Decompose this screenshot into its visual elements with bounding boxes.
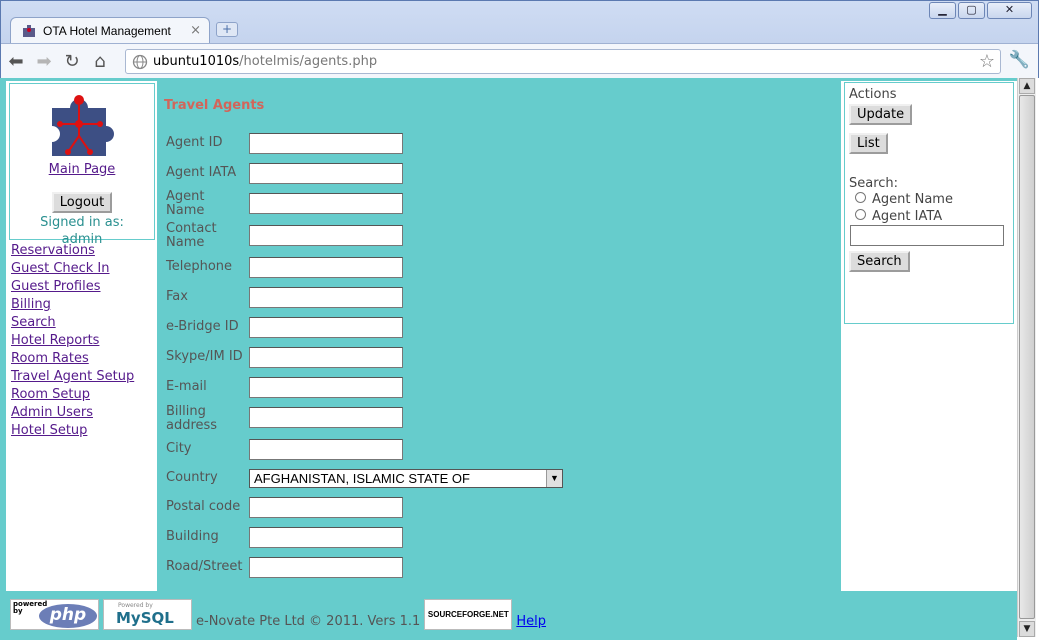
- postal-code-input[interactable]: [249, 497, 403, 518]
- php-logo-icon: php: [39, 604, 97, 628]
- help-link[interactable]: Help: [516, 614, 546, 629]
- update-button[interactable]: Update: [849, 104, 913, 125]
- copyright-text: e-Novate Pte Ltd © 2011. Vers 1.1: [196, 614, 421, 629]
- minimize-button[interactable]: ▁: [929, 2, 956, 19]
- footer: powered by php Powered by MySQL e-Novate…: [10, 596, 546, 630]
- scroll-down-arrow-icon[interactable]: ▼: [1019, 621, 1035, 637]
- city-input[interactable]: [249, 439, 403, 460]
- agent-id-input[interactable]: [249, 133, 403, 154]
- field-label: Billing address: [166, 404, 218, 433]
- field-label: Agent IATA: [166, 165, 237, 180]
- browser-tab[interactable]: OTA Hotel Management ×: [10, 17, 210, 43]
- chevron-down-icon[interactable]: ▼: [546, 470, 562, 487]
- agent-name-radio-label: Agent Name: [872, 192, 953, 207]
- search-label: Search:: [849, 176, 899, 191]
- contact-name-input[interactable]: [249, 225, 403, 246]
- sidebar-item-reservations[interactable]: Reservations: [11, 243, 95, 258]
- page-title: Travel Agents: [164, 98, 265, 113]
- billing-address-input[interactable]: [249, 407, 403, 428]
- close-window-button[interactable]: ✕: [987, 2, 1032, 19]
- field-label: Postal code: [166, 499, 241, 514]
- sidebar-nav: Reservations Guest Check In Guest Profil…: [11, 243, 134, 441]
- telephone-input[interactable]: [249, 257, 403, 278]
- page-globe-icon: [132, 54, 148, 69]
- sourceforge-badge[interactable]: SOURCEFORGE.NET: [424, 599, 513, 630]
- browser-chrome: OTA Hotel Management × + ▁ ▢ ✕ ⬅ ➡ ↻ ⌂ u…: [0, 0, 1039, 78]
- signed-in-label: Signed in as:: [40, 215, 124, 230]
- agent-name-radio[interactable]: [855, 192, 866, 203]
- country-selected-value: AFGHANISTAN, ISLAMIC STATE OF: [254, 471, 470, 486]
- browser-toolbar: ⬅ ➡ ↻ ⌂ ubuntu1010s/hotelmis/agents.php …: [1, 43, 1038, 78]
- sidebar-item-search[interactable]: Search: [11, 315, 56, 330]
- vertical-scrollbar[interactable]: ▲ ▼: [1017, 78, 1036, 637]
- puzzle-favicon-icon: [23, 24, 35, 37]
- field-label: Contact Name: [166, 221, 217, 250]
- home-icon[interactable]: ⌂: [87, 48, 113, 74]
- forward-arrow-icon[interactable]: ➡: [31, 48, 57, 74]
- building-input[interactable]: [249, 527, 403, 548]
- field-label: Agent ID: [166, 135, 223, 150]
- wrench-menu-icon[interactable]: 🔧: [1009, 50, 1030, 70]
- field-label: City: [166, 441, 192, 456]
- sidebar-item-guest-profiles[interactable]: Guest Profiles: [11, 279, 101, 294]
- mysql-logo-icon: MySQL: [116, 609, 174, 627]
- main-page-link[interactable]: Main Page: [10, 162, 154, 177]
- maximize-button[interactable]: ▢: [958, 2, 985, 19]
- sidebar-item-room-setup[interactable]: Room Setup: [11, 387, 90, 402]
- puzzle-logo-icon[interactable]: [48, 86, 116, 158]
- field-label: Telephone: [166, 259, 233, 274]
- field-label: Road/Street: [166, 559, 243, 574]
- actions-box: Actions Update List Search: Agent Name A…: [844, 82, 1014, 324]
- field-label: Building: [166, 529, 219, 544]
- sidebar-item-hotel-reports[interactable]: Hotel Reports: [11, 333, 99, 348]
- tab-title: OTA Hotel Management: [43, 23, 171, 38]
- sidebar-item-hotel-setup[interactable]: Hotel Setup: [11, 423, 87, 438]
- new-tab-button[interactable]: +: [216, 22, 238, 37]
- field-label: E-mail: [166, 379, 207, 394]
- sidebar-item-guest-check-in[interactable]: Guest Check In: [11, 261, 110, 276]
- search-input[interactable]: [850, 225, 1004, 246]
- sidebar-item-billing[interactable]: Billing: [11, 297, 51, 312]
- right-actions-panel: Actions Update List Search: Agent Name A…: [841, 81, 1017, 591]
- search-button[interactable]: Search: [849, 251, 910, 272]
- bookmark-star-icon[interactable]: ☆: [979, 51, 995, 72]
- field-label: Fax: [166, 289, 188, 304]
- url-path: /hotelmis/agents.php: [239, 54, 378, 69]
- reload-icon[interactable]: ↻: [59, 48, 85, 74]
- agent-iata-input[interactable]: [249, 163, 403, 184]
- agent-name-input[interactable]: [249, 193, 403, 214]
- url-host: ubuntu1010s: [153, 54, 240, 69]
- field-label: e-Bridge ID: [166, 319, 239, 334]
- email-input[interactable]: [249, 377, 403, 398]
- skype-im-id-input[interactable]: [249, 347, 403, 368]
- country-select[interactable]: AFGHANISTAN, ISLAMIC STATE OF ▼: [249, 469, 563, 488]
- agent-iata-radio-label: Agent IATA: [872, 209, 943, 224]
- php-powered-badge[interactable]: powered by php: [10, 599, 99, 630]
- road-street-input[interactable]: [249, 557, 403, 578]
- sidebar-item-admin-users[interactable]: Admin Users: [11, 405, 93, 420]
- window-controls: ▁ ▢ ✕: [929, 2, 1032, 19]
- tab-close-icon[interactable]: ×: [190, 23, 201, 38]
- agent-iata-radio[interactable]: [855, 209, 866, 220]
- mysql-powered-text: Powered by: [118, 602, 153, 609]
- field-label: Agent Name: [166, 189, 205, 218]
- scroll-thumb[interactable]: [1019, 95, 1035, 619]
- left-sidebar: Main Page Logout Signed in as: admin Res…: [6, 81, 157, 591]
- ebridge-id-input[interactable]: [249, 317, 403, 338]
- sidebar-item-travel-agent-setup[interactable]: Travel Agent Setup: [11, 369, 134, 384]
- logo-box: Main Page Logout Signed in as: admin: [9, 83, 155, 247]
- mysql-powered-badge[interactable]: Powered by MySQL: [103, 599, 192, 630]
- field-label: Country: [166, 470, 218, 485]
- sidebar-item-room-rates[interactable]: Room Rates: [11, 351, 89, 366]
- field-label: Skype/IM ID: [166, 349, 243, 364]
- list-button[interactable]: List: [849, 133, 888, 154]
- actions-title: Actions: [849, 87, 897, 102]
- fax-input[interactable]: [249, 287, 403, 308]
- logout-button[interactable]: Logout: [51, 192, 113, 213]
- scroll-up-arrow-icon[interactable]: ▲: [1019, 78, 1035, 94]
- address-bar[interactable]: ubuntu1010s/hotelmis/agents.php ☆: [125, 49, 1001, 74]
- back-arrow-icon[interactable]: ⬅: [3, 48, 29, 74]
